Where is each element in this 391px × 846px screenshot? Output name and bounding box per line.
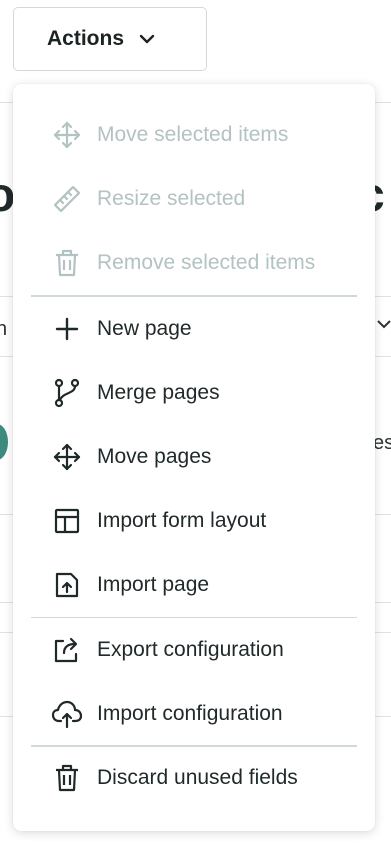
menu-item-new-page[interactable]: New page <box>13 301 375 357</box>
menu-item-resize-selected: Resize selected <box>13 171 375 227</box>
background-column-fragment: h <box>0 318 8 340</box>
menu-item-label: Resize selected <box>97 187 246 210</box>
menu-item-import-form-layout[interactable]: Import form layout <box>13 493 375 549</box>
actions-button[interactable]: Actions <box>13 7 207 71</box>
menu-item-move-selected-items: Move selected items <box>13 107 375 163</box>
background-avatar <box>0 424 8 460</box>
menu-item-import-page[interactable]: Import page <box>13 557 375 613</box>
background-chevron-down-icon <box>376 316 391 332</box>
actions-button-label: Actions <box>47 27 125 50</box>
menu-item-label: New page <box>97 317 192 340</box>
menu-item-label: Import configuration <box>97 702 283 725</box>
menu-item-label: Move pages <box>97 445 212 468</box>
file-upload-icon <box>51 569 83 601</box>
menu-item-remove-selected-items: Remove selected items <box>13 235 375 291</box>
chevron-down-icon <box>138 30 156 48</box>
menu-divider <box>31 295 357 297</box>
menu-item-label: Import form layout <box>97 509 267 532</box>
export-icon <box>51 634 83 666</box>
menu-item-merge-pages[interactable]: Merge pages <box>13 365 375 421</box>
background-text-fragment: es <box>373 432 391 454</box>
menu-item-label: Move selected items <box>97 123 289 146</box>
trash-icon <box>51 762 83 794</box>
menu-item-label: Discard unused fields <box>97 766 298 789</box>
actions-menu: Move selected items Resize selected Remo… <box>13 84 375 831</box>
menu-item-label: Merge pages <box>97 381 220 404</box>
menu-item-label: Export configuration <box>97 638 284 661</box>
merge-branch-icon <box>51 377 83 409</box>
plus-icon <box>51 313 83 345</box>
layout-icon <box>51 505 83 537</box>
move-arrows-icon <box>51 119 83 151</box>
menu-divider <box>31 745 357 747</box>
menu-item-import-configuration[interactable]: Import configuration <box>13 686 375 742</box>
trash-icon <box>51 247 83 279</box>
menu-item-discard-unused-fields[interactable]: Discard unused fields <box>13 750 375 806</box>
move-arrows-icon <box>51 441 83 473</box>
cloud-upload-icon <box>51 698 83 730</box>
menu-item-label: Remove selected items <box>97 251 316 274</box>
menu-item-move-pages[interactable]: Move pages <box>13 429 375 485</box>
menu-divider <box>31 617 357 618</box>
menu-item-label: Import page <box>97 573 210 596</box>
page: o c h es Actions Move selected items <box>0 0 391 846</box>
menu-item-export-configuration[interactable]: Export configuration <box>13 622 375 678</box>
ruler-icon <box>51 183 83 215</box>
